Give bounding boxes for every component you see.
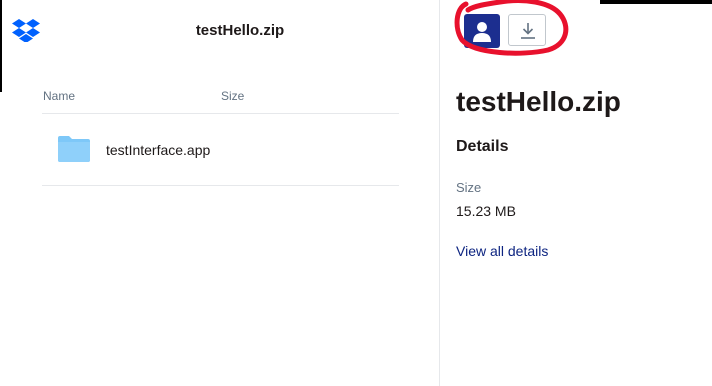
- screen-edge: [0, 0, 2, 92]
- row-divider: [42, 185, 399, 186]
- size-label: Size: [456, 180, 482, 195]
- header-divider: [42, 113, 399, 114]
- user-avatar-icon[interactable]: [464, 14, 500, 48]
- screen-edge-top: [600, 0, 712, 4]
- download-button[interactable]: [508, 14, 546, 46]
- dropbox-logo-icon[interactable]: [12, 18, 40, 43]
- download-icon: [521, 23, 535, 39]
- panel-divider: [439, 0, 440, 386]
- sidebar-title: testHello.zip: [456, 86, 621, 117]
- view-all-details-link[interactable]: View all details: [456, 243, 548, 259]
- size-value: 15.23 MB: [456, 203, 516, 219]
- file-row[interactable]: testInterface.app: [42, 115, 399, 185]
- header-title: testHello.zip: [195, 22, 285, 39]
- file-name[interactable]: testInterface.app: [106, 142, 210, 158]
- details-heading: Details: [456, 138, 509, 155]
- page: testHello.zip Name Size testInterface.ap…: [0, 0, 712, 386]
- column-header-name[interactable]: Name: [43, 89, 75, 103]
- folder-icon: [58, 136, 90, 162]
- column-header-size[interactable]: Size: [221, 89, 244, 103]
